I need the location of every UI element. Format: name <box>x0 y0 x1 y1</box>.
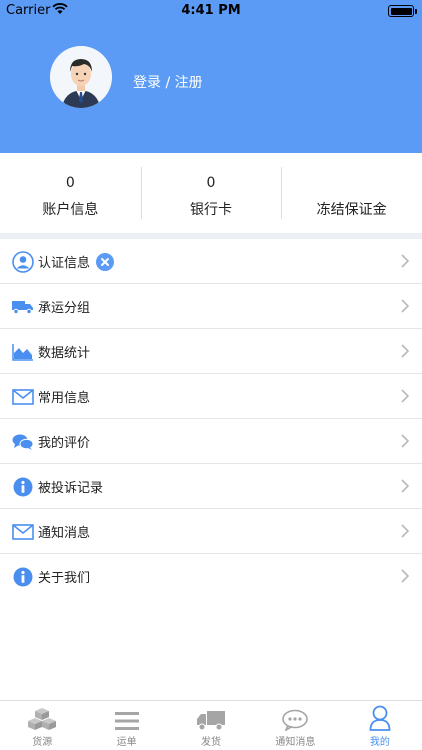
boxes-icon <box>27 701 57 731</box>
tab-mine[interactable]: 我的 <box>338 701 422 750</box>
stat-bank-card[interactable]: 0 银行卡 <box>140 153 282 233</box>
stat-label: 冻结保证金 <box>316 202 387 218</box>
menu-item-label: 承运分组 <box>38 301 91 316</box>
menu-item-common-info[interactable]: 常用信息 <box>0 374 422 419</box>
battery-icon <box>388 5 414 17</box>
menu-item-my-reviews[interactable]: 我的评价 <box>0 419 422 464</box>
tab-waybill[interactable]: 运单 <box>84 701 168 750</box>
profile-header: 登录 / 注册 <box>0 22 422 153</box>
menu-item-statistics[interactable]: 数据统计 <box>0 329 422 374</box>
chevron-right-icon <box>401 569 410 583</box>
tab-label: 运单 <box>116 737 137 748</box>
envelope-icon <box>12 386 34 408</box>
clock: 4:41 PM <box>181 3 241 18</box>
truck-icon <box>12 296 34 318</box>
user-circle-icon <box>12 250 34 273</box>
stat-frozen-deposit[interactable]: 冻结保证金 <box>281 153 422 233</box>
menu-item-label: 通知消息 <box>38 526 91 541</box>
chat-bubbles-icon <box>12 431 34 453</box>
chevron-right-icon <box>401 524 410 538</box>
settings-menu: 认证信息 承运分组 数据统计 常用信息 我的评价 被投诉记录 通知消息 关于我们 <box>0 239 422 599</box>
tab-cargo-source[interactable]: 货源 <box>0 701 84 750</box>
list-icon <box>114 701 139 731</box>
chevron-right-icon <box>401 389 410 403</box>
menu-item-label: 我的评价 <box>38 436 91 451</box>
login-register-link[interactable]: 登录 / 注册 <box>133 72 203 92</box>
info-circle-icon <box>12 566 34 588</box>
chevron-right-icon <box>401 254 410 268</box>
area-chart-icon <box>12 341 34 363</box>
chevron-right-icon <box>401 344 410 358</box>
menu-item-about-us[interactable]: 关于我们 <box>0 554 422 599</box>
menu-item-complaint-records[interactable]: 被投诉记录 <box>0 464 422 509</box>
stat-label: 银行卡 <box>190 202 232 218</box>
tab-notifications[interactable]: 通知消息 <box>253 701 337 750</box>
stat-label: 账户信息 <box>42 202 99 218</box>
unverified-x-icon <box>96 252 115 271</box>
tab-ship[interactable]: 发货 <box>169 701 253 750</box>
chat-icon <box>282 701 309 731</box>
menu-item-notifications[interactable]: 通知消息 <box>0 509 422 554</box>
menu-item-label: 被投诉记录 <box>38 481 104 496</box>
tab-bar: 货源 运单 发货 通知消息 我的 <box>0 700 422 750</box>
info-circle-icon <box>12 476 34 498</box>
status-bar: Carrier 4:41 PM <box>0 0 422 22</box>
menu-item-label: 常用信息 <box>38 391 91 406</box>
avatar[interactable] <box>50 46 112 108</box>
user-icon <box>369 701 391 731</box>
menu-item-certification[interactable]: 认证信息 <box>0 239 422 284</box>
menu-item-carrier-group[interactable]: 承运分组 <box>0 284 422 329</box>
menu-item-label: 数据统计 <box>38 346 91 361</box>
menu-item-label: 认证信息 <box>38 256 91 271</box>
battery-tip <box>415 9 417 14</box>
chevron-right-icon <box>401 434 410 448</box>
stat-value: 0 <box>206 175 216 191</box>
stat-value: 0 <box>65 175 75 191</box>
envelope-icon <box>12 521 34 543</box>
tab-label: 我的 <box>369 737 390 748</box>
account-stats: 0 账户信息 0 银行卡 冻结保证金 <box>0 153 422 233</box>
menu-item-label: 关于我们 <box>38 571 91 586</box>
chevron-right-icon <box>401 299 410 313</box>
tab-label: 通知消息 <box>275 737 316 748</box>
stat-account-info[interactable]: 0 账户信息 <box>0 153 141 233</box>
tab-label: 货源 <box>32 737 53 748</box>
tab-label: 发货 <box>201 737 222 748</box>
truck-icon <box>197 701 226 731</box>
chevron-right-icon <box>401 479 410 493</box>
